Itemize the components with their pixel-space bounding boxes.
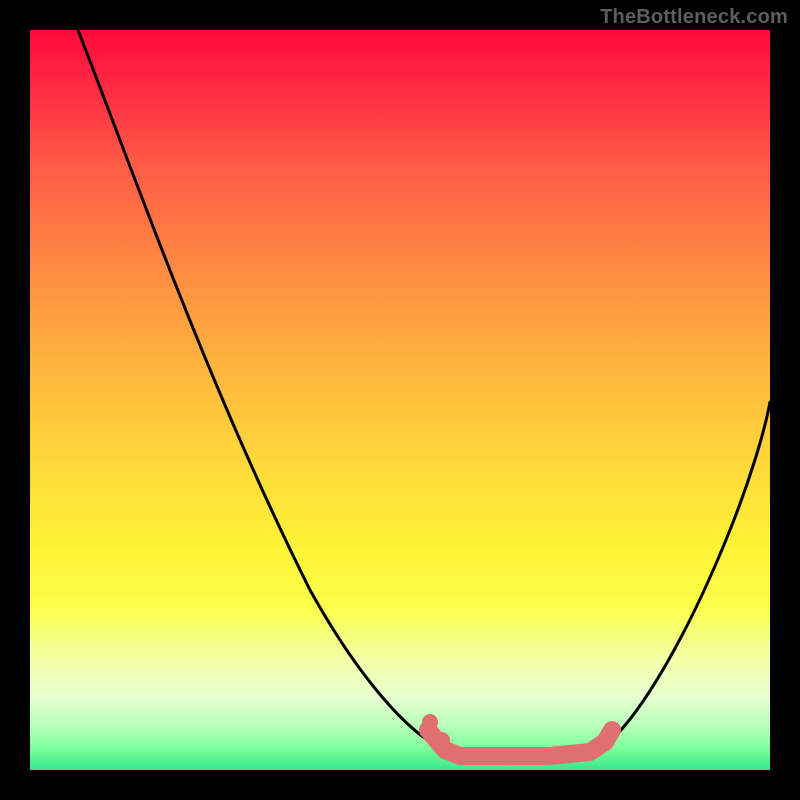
right-curve [600,402,770,750]
left-curve [78,30,445,750]
chart-container: TheBottleneck.com [0,0,800,800]
watermark-text: TheBottleneck.com [600,6,788,29]
curve-overlay [30,30,770,770]
plot-area [30,30,770,770]
marker-dot-2 [434,732,450,748]
valley-highlight [428,730,612,756]
marker-dot-1 [422,714,438,730]
